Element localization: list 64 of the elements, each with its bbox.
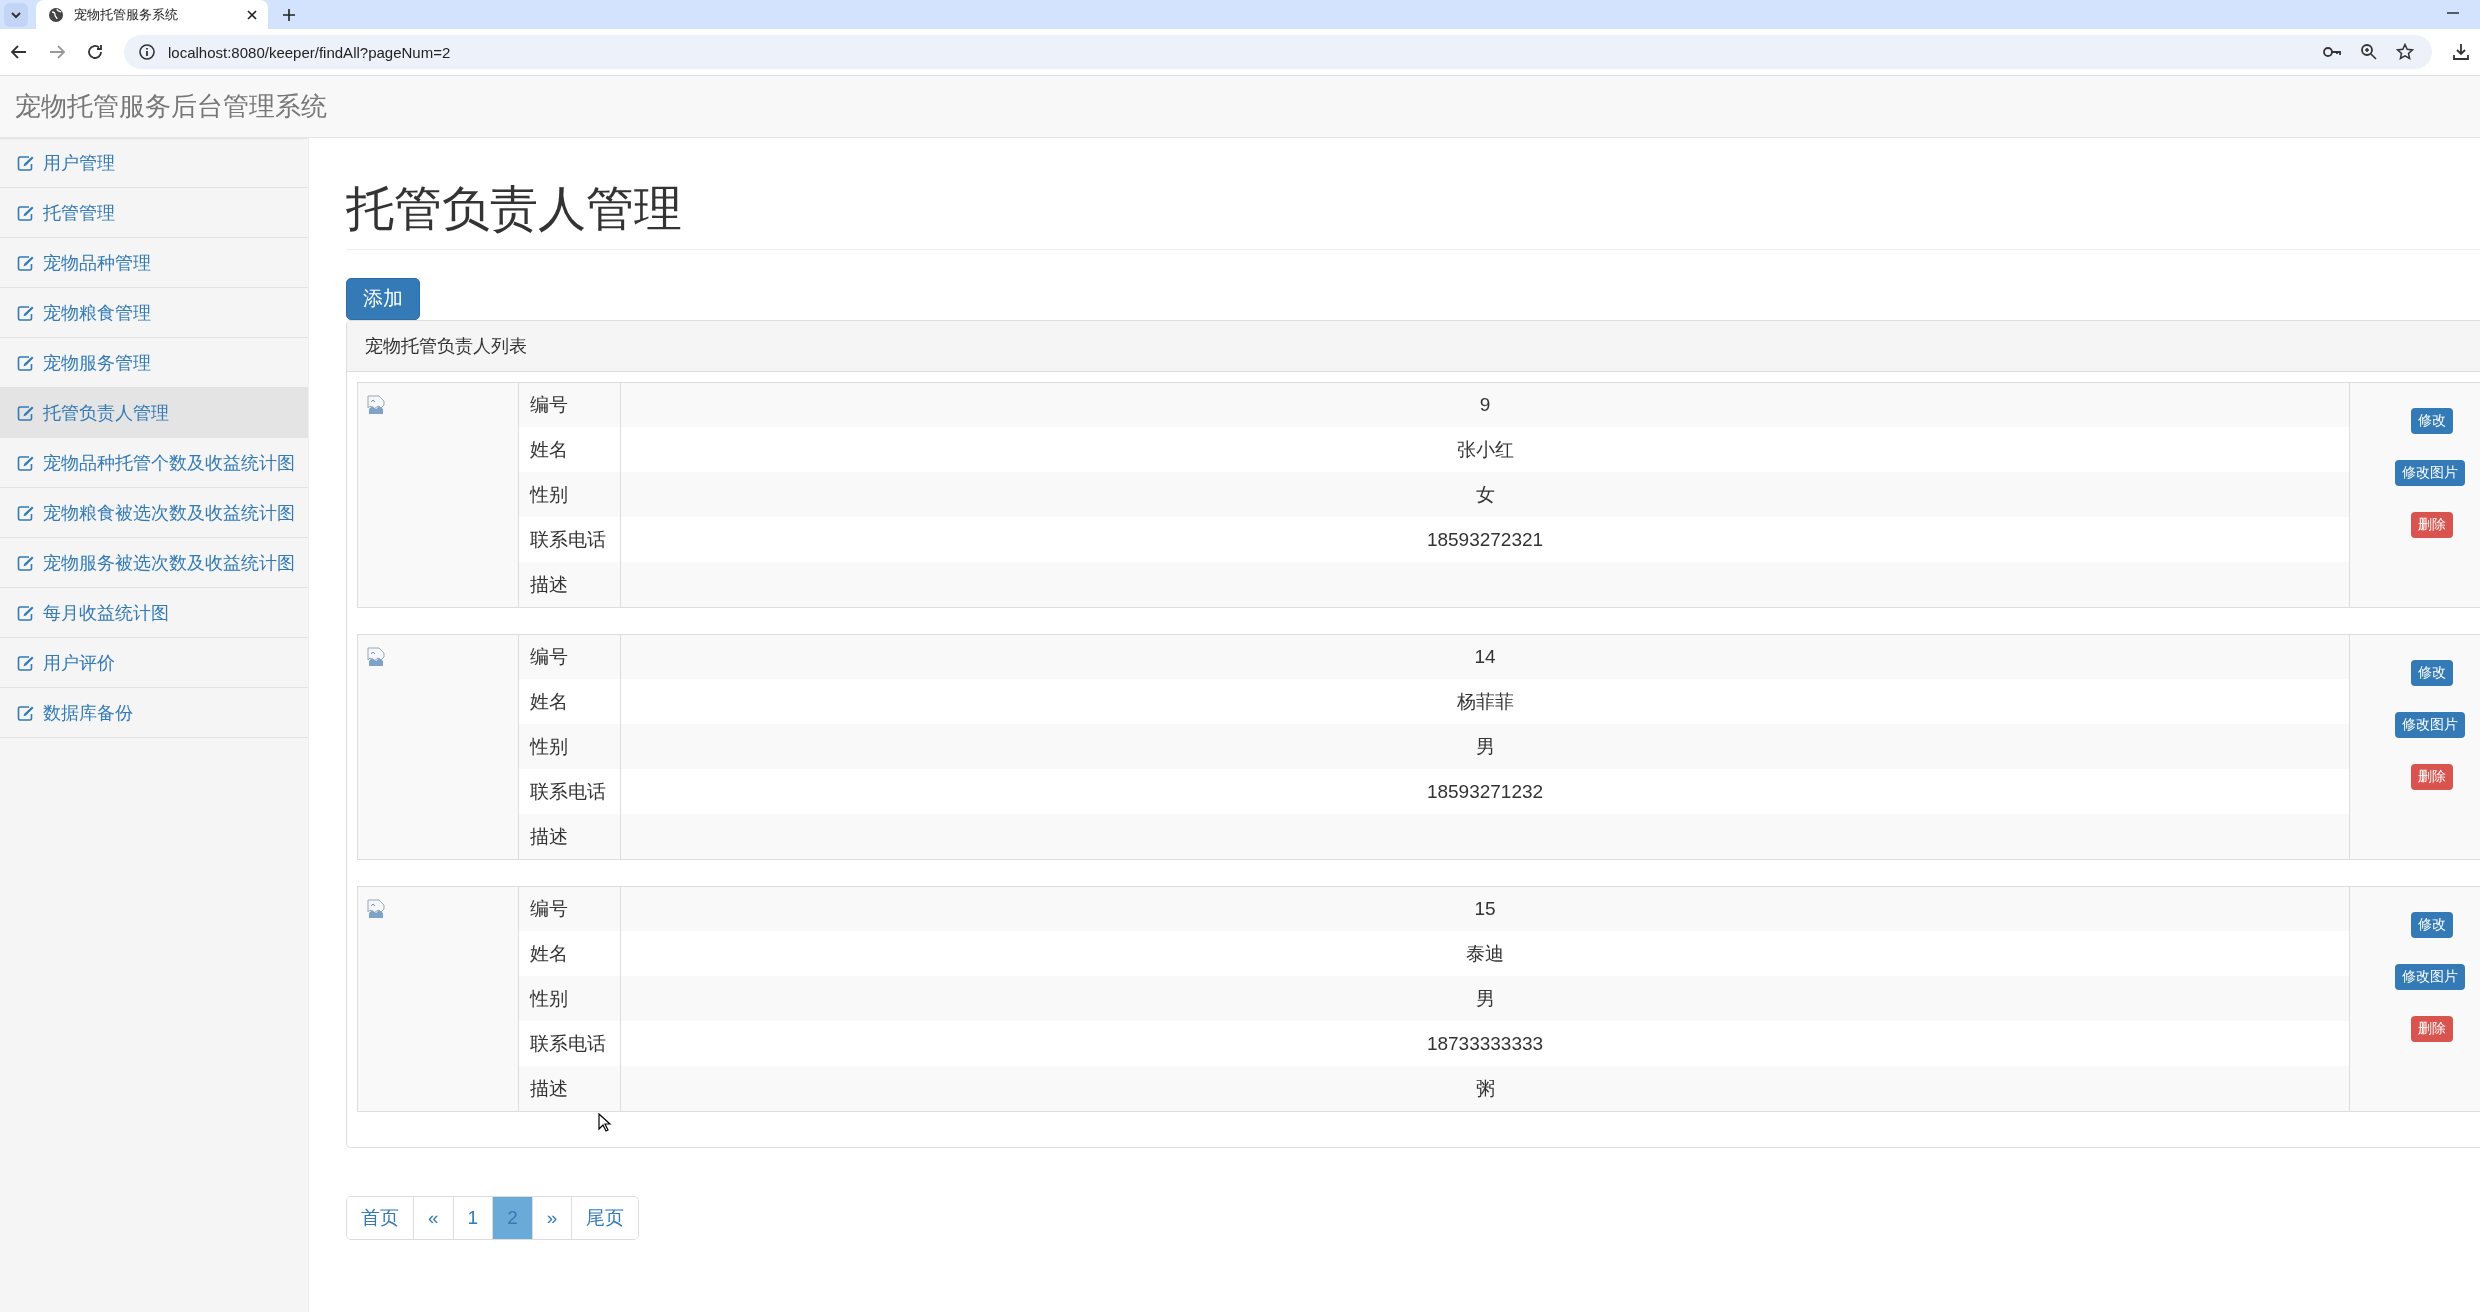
app-brand[interactable]: 宠物托管服务后台管理系统: [15, 89, 327, 124]
globe-icon: [48, 6, 64, 23]
star-icon[interactable]: [2396, 43, 2414, 61]
field-label: 描述: [518, 814, 621, 860]
edit-button[interactable]: 修改图片: [2395, 963, 2465, 990]
panel-title: 宠物托管负责人列表: [347, 320, 2480, 372]
browser-tab[interactable]: 宠物托管服务系统: [36, 0, 268, 29]
delete-button[interactable]: 删除: [2411, 1015, 2453, 1042]
field-value: 杨菲菲: [620, 679, 2350, 725]
edit-button[interactable]: 修改图片: [2395, 459, 2465, 486]
zoom-icon[interactable]: [2360, 43, 2378, 61]
info-icon: [138, 43, 156, 61]
edit-button[interactable]: 修改: [2411, 659, 2453, 686]
edit-icon: [17, 604, 35, 621]
field-value: 男: [620, 724, 2350, 770]
field-value: 18593272321: [620, 517, 2350, 563]
field-value: 粥: [620, 1066, 2350, 1112]
delete-button[interactable]: 删除: [2411, 763, 2453, 790]
field-value: 14: [620, 634, 2350, 680]
key-icon[interactable]: [2322, 44, 2342, 60]
tab-list-button[interactable]: [4, 2, 28, 27]
edit-button[interactable]: 修改: [2411, 911, 2453, 938]
edit-button[interactable]: 修改: [2411, 407, 2453, 434]
close-icon[interactable]: [246, 8, 258, 21]
url-text: localhost:8080/keeper/findAll?pageNum=2: [168, 43, 451, 61]
field-value: 男: [620, 976, 2350, 1022]
edit-icon: [17, 404, 35, 421]
edit-icon: [17, 554, 35, 571]
download-icon[interactable]: [2452, 43, 2470, 61]
new-tab-icon[interactable]: [282, 7, 296, 22]
field-value: 15: [620, 886, 2350, 932]
tab-title: 宠物托管服务系统: [74, 5, 179, 24]
field-value: 18593271232: [620, 769, 2350, 815]
field-value: 18733333333: [620, 1021, 2350, 1067]
sidebar-item[interactable]: 托管负责人管理: [0, 388, 308, 438]
field-value: 女: [620, 472, 2350, 518]
edit-icon: [17, 654, 35, 671]
edit-icon: [17, 504, 35, 521]
field-value: 泰迪: [620, 931, 2350, 977]
broken-image-icon: [366, 394, 386, 415]
field-label: 描述: [518, 1066, 621, 1112]
add-button[interactable]: 添加: [346, 277, 420, 320]
edit-icon: [17, 155, 35, 171]
address-bar[interactable]: localhost:8080/keeper/findAll?pageNum=2: [124, 35, 2432, 69]
page-link[interactable]: 尾页: [571, 1196, 639, 1239]
reload-icon[interactable]: [86, 43, 104, 61]
field-label: 描述: [518, 562, 621, 608]
mouse-cursor-icon: [598, 1113, 612, 1133]
edit-icon: [17, 454, 35, 471]
broken-image-icon: [366, 898, 386, 919]
field-value: 张小红: [620, 427, 2350, 473]
edit-icon: [17, 204, 35, 221]
edit-icon: [17, 354, 35, 371]
forward-icon[interactable]: [48, 43, 66, 61]
edit-icon: [17, 254, 35, 271]
delete-button[interactable]: 删除: [2411, 511, 2453, 538]
edit-button[interactable]: 修改图片: [2395, 711, 2465, 738]
page-title: 托管负责人管理: [346, 183, 2480, 250]
back-icon[interactable]: [10, 43, 28, 61]
broken-image-icon: [366, 646, 386, 667]
edit-icon: [17, 304, 35, 321]
field-value: 9: [620, 382, 2350, 428]
sidebar-item[interactable]: 用户管理: [0, 138, 308, 188]
edit-icon: [17, 704, 35, 721]
